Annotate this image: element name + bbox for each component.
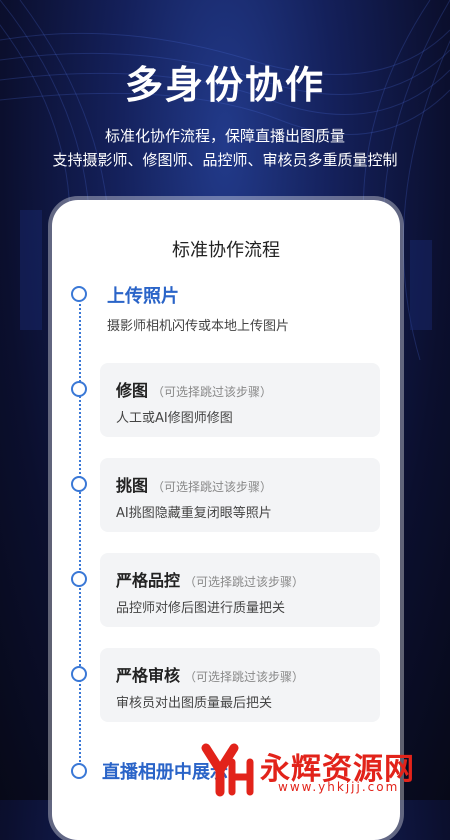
step-card-retouch[interactable]: 修图 （可选择跳过该步骤） 人工或AI修图师修图	[100, 363, 380, 437]
step-desc-review: 审核员对出图质量最后把关	[116, 696, 273, 711]
timeline-node	[71, 571, 87, 587]
hero-title: 多身份协作	[124, 63, 325, 107]
step-optional-note: （可选择跳过该步骤）	[152, 480, 273, 494]
step-title-text: 严格品控	[116, 571, 181, 590]
timeline-node	[71, 381, 87, 397]
step-card-quality-control[interactable]: 严格品控 （可选择跳过该步骤） 品控师对修后图进行质量把关	[100, 553, 380, 627]
timeline-node	[71, 666, 87, 682]
hero-subtitle-line2: 支持摄影师、修图师、品控师、审核员多重质量控制	[52, 151, 398, 169]
step-desc-upload: 摄影师相机闪传或本地上传图片	[107, 319, 290, 334]
hero-subtitle-line1: 标准化协作流程，保障直播出图质量	[104, 127, 345, 145]
step-title-quality-control: 严格品控 （可选择跳过该步骤）	[116, 567, 304, 591]
step-title-retouch: 修图 （可选择跳过该步骤）	[116, 377, 272, 401]
step-desc-select: AI挑图隐藏重复闭眼等照片	[116, 506, 272, 521]
step-title-review: 严格审核 （可选择跳过该步骤）	[116, 662, 304, 686]
step-desc-retouch: 人工或AI修图师修图	[116, 411, 233, 426]
step-title-text: 挑图	[116, 476, 149, 495]
step-optional-note: （可选择跳过该步骤）	[184, 670, 305, 684]
timeline-node	[71, 476, 87, 492]
step-title-text: 修图	[116, 381, 149, 400]
step-card-select[interactable]: 挑图 （可选择跳过该步骤） AI挑图隐藏重复闭眼等照片	[100, 458, 380, 532]
step-card-review[interactable]: 严格审核 （可选择跳过该步骤） 审核员对出图质量最后把关	[100, 648, 380, 722]
step-title-text: 严格审核	[116, 666, 181, 685]
timeline-node	[71, 286, 87, 302]
timeline-line	[79, 304, 81, 774]
step-title-upload: 上传照片	[107, 286, 179, 307]
timeline-node	[71, 763, 87, 779]
card-title: 标准协作流程	[172, 240, 280, 261]
step-title-select: 挑图 （可选择跳过该步骤）	[116, 472, 272, 496]
step-desc-quality-control: 品控师对修后图进行质量把关	[116, 601, 286, 616]
step-optional-note: （可选择跳过该步骤）	[184, 575, 305, 589]
watermark-url: www.yhkjjj.com	[278, 780, 400, 794]
watermark-logo-icon	[201, 743, 254, 797]
watermark: 永辉资源网 www.yhkjjj.com	[198, 740, 438, 800]
step-optional-note: （可选择跳过该步骤）	[152, 385, 273, 399]
